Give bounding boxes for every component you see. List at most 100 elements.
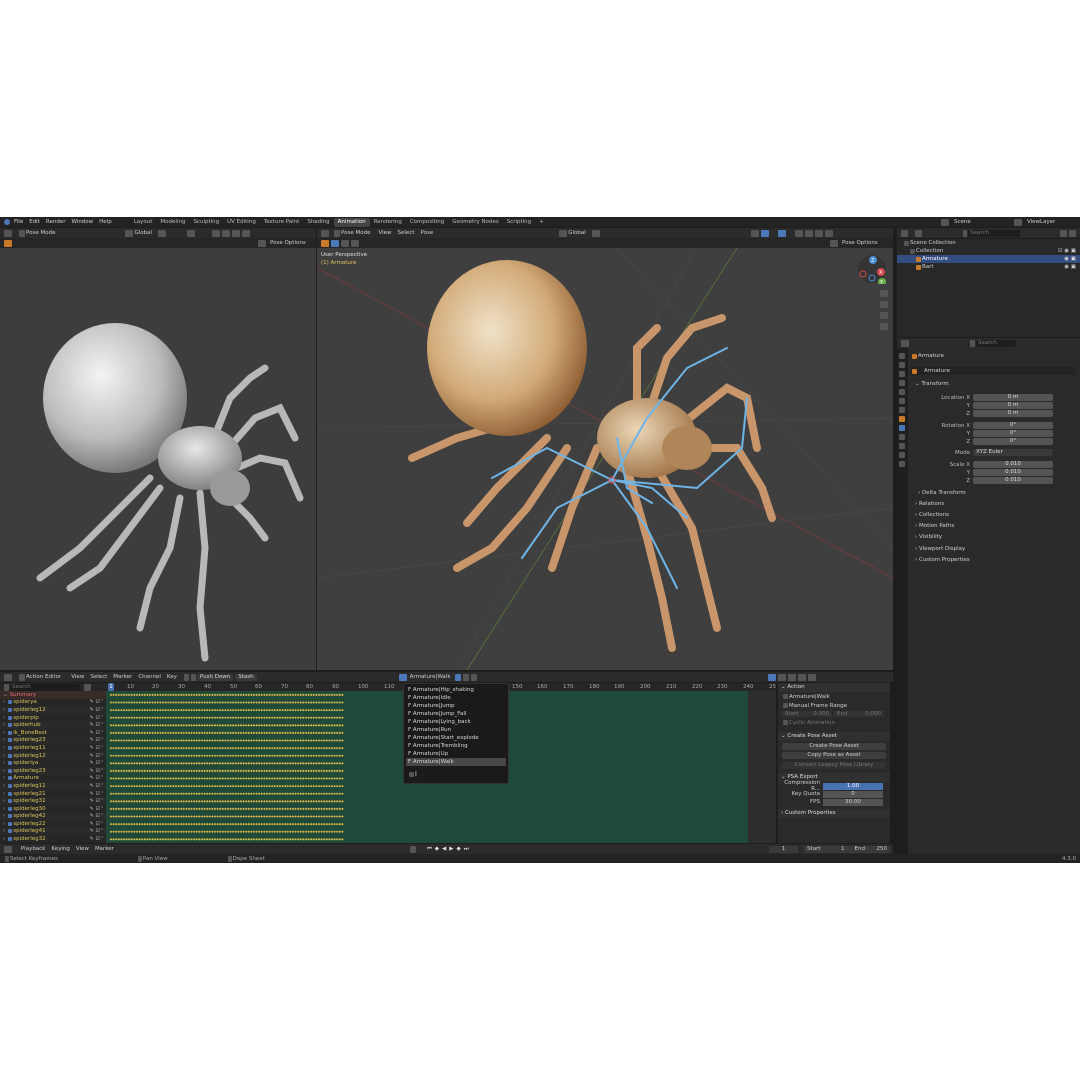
keyframe[interactable] xyxy=(276,807,279,811)
keyframe[interactable] xyxy=(200,724,204,727)
keyframe[interactable] xyxy=(257,807,261,811)
keyframe[interactable] xyxy=(216,701,219,704)
keyframe[interactable] xyxy=(127,746,131,750)
keyframe[interactable] xyxy=(273,830,277,834)
keyframe[interactable] xyxy=(148,838,152,841)
keyframe[interactable] xyxy=(330,693,334,697)
next-layer-icon[interactable] xyxy=(190,673,196,681)
keyframe[interactable] xyxy=(302,724,305,727)
keyframe[interactable] xyxy=(338,822,342,826)
keyframe[interactable] xyxy=(328,822,331,826)
keyframe[interactable] xyxy=(315,777,318,780)
keyframe[interactable] xyxy=(237,784,240,788)
keyframe[interactable] xyxy=(291,822,295,826)
keyframe[interactable] xyxy=(244,754,248,758)
keyframe[interactable] xyxy=(224,769,227,773)
keyframe[interactable] xyxy=(122,815,126,818)
keyframe[interactable] xyxy=(283,746,287,750)
keyframe[interactable] xyxy=(278,815,282,818)
keyframe[interactable] xyxy=(211,815,214,818)
keyframe[interactable] xyxy=(125,807,128,811)
keyframe[interactable] xyxy=(229,716,232,720)
keyframe[interactable] xyxy=(283,807,287,811)
keyframe[interactable] xyxy=(304,731,308,735)
tool-tab-icon[interactable] xyxy=(899,353,905,359)
keyframe[interactable] xyxy=(198,815,201,818)
keyframe[interactable] xyxy=(294,762,297,765)
keyframe[interactable] xyxy=(164,822,167,826)
keyframe[interactable] xyxy=(252,762,256,765)
channel-row[interactable]: › spiderya ✎ ☑ ᵗ xyxy=(0,698,106,707)
keyframe[interactable] xyxy=(130,739,134,742)
keyframe[interactable] xyxy=(208,731,212,735)
keyframe[interactable] xyxy=(270,762,274,765)
keyframe[interactable] xyxy=(328,731,331,735)
keyframe[interactable] xyxy=(182,784,186,788)
keyframe[interactable] xyxy=(114,762,118,765)
keyframe[interactable] xyxy=(260,762,264,765)
keyframe[interactable] xyxy=(309,807,313,811)
keyframe[interactable] xyxy=(229,784,232,788)
keyframe[interactable] xyxy=(335,784,339,788)
keyframe[interactable] xyxy=(286,746,290,750)
keyframe[interactable] xyxy=(172,838,175,841)
keyframe[interactable] xyxy=(263,716,266,720)
channel-row[interactable]: › spiderpip ✎ ☑ ᵗ xyxy=(0,713,106,722)
keyframe[interactable] xyxy=(317,800,321,803)
keyframe[interactable] xyxy=(174,731,178,735)
keyframe[interactable] xyxy=(120,754,123,758)
keyframe[interactable] xyxy=(281,701,284,704)
keyframe[interactable] xyxy=(234,822,238,826)
channel-toggles-icon[interactable]: ✎ ☑ ᵗ xyxy=(90,783,103,789)
keyframe[interactable] xyxy=(231,708,235,712)
keyframe[interactable] xyxy=(299,746,303,750)
keyframe[interactable] xyxy=(143,693,147,697)
keyframe[interactable] xyxy=(273,739,277,742)
keyframe[interactable] xyxy=(325,800,329,803)
keyframe[interactable] xyxy=(151,746,154,750)
keyframe[interactable] xyxy=(250,784,253,788)
keyframe[interactable] xyxy=(125,754,128,758)
keyframe[interactable] xyxy=(333,739,336,742)
keyframe[interactable] xyxy=(148,724,152,727)
keyframe[interactable] xyxy=(328,800,331,803)
keyframe[interactable] xyxy=(341,815,344,818)
keyframe[interactable] xyxy=(333,830,336,834)
keyframe[interactable] xyxy=(307,693,310,697)
menu-help[interactable]: Help xyxy=(99,219,112,225)
keyframe[interactable] xyxy=(257,800,261,803)
keyframe[interactable] xyxy=(192,830,196,834)
keyframe[interactable] xyxy=(276,800,279,803)
keyframe[interactable] xyxy=(213,830,217,834)
keyframe[interactable] xyxy=(156,800,160,803)
keyframe[interactable] xyxy=(237,693,240,697)
keyframe[interactable] xyxy=(216,838,219,841)
keyframe[interactable] xyxy=(211,784,214,788)
keyframe[interactable] xyxy=(260,716,264,720)
keyframe[interactable] xyxy=(325,762,329,765)
keyframe[interactable] xyxy=(281,739,284,742)
keyframe[interactable] xyxy=(130,701,134,704)
keyframe[interactable] xyxy=(312,746,316,750)
keyframe[interactable] xyxy=(335,792,339,796)
keyframe[interactable] xyxy=(153,739,157,742)
keyframe[interactable] xyxy=(109,739,113,742)
keyframe[interactable] xyxy=(221,701,225,704)
keyframe[interactable] xyxy=(270,716,274,720)
keyframe[interactable] xyxy=(122,701,126,704)
keyframe[interactable] xyxy=(218,701,222,704)
keyframe[interactable] xyxy=(263,708,266,712)
keyframe[interactable] xyxy=(291,693,295,697)
keyframe[interactable] xyxy=(341,762,344,765)
keyframe[interactable] xyxy=(200,777,204,780)
keyframe[interactable] xyxy=(122,784,126,788)
keyframe[interactable] xyxy=(325,792,329,796)
keyframe[interactable] xyxy=(148,777,152,780)
keyframe[interactable] xyxy=(229,708,232,712)
keyframe[interactable] xyxy=(257,769,261,773)
keyframe[interactable] xyxy=(257,762,261,765)
keyframe[interactable] xyxy=(109,777,113,780)
keyframe[interactable] xyxy=(328,784,331,788)
keyframe[interactable] xyxy=(153,784,157,788)
keyframe[interactable] xyxy=(289,777,292,780)
